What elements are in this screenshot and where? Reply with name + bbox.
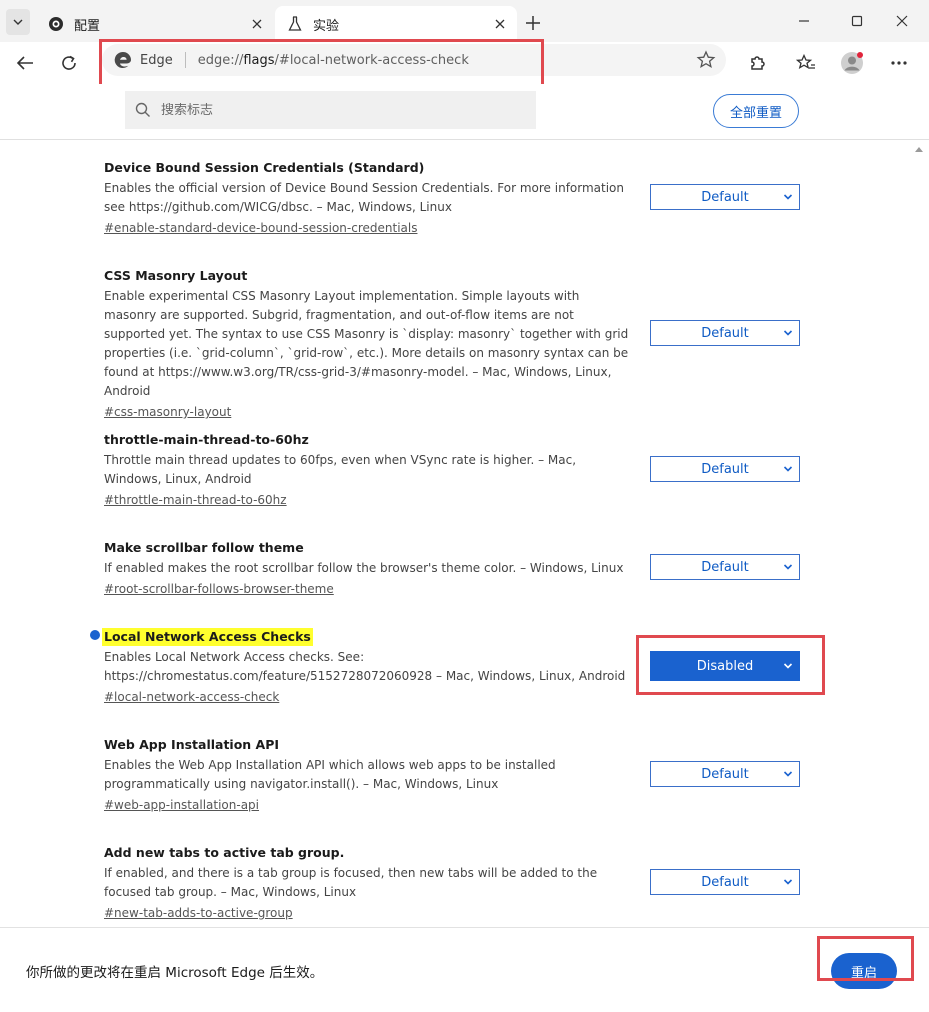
- experiment-item: CSS Masonry Layout Enable experimental C…: [104, 265, 824, 422]
- search-flags-box[interactable]: [125, 91, 536, 129]
- experiment-description: Enables the official version of Device B…: [104, 181, 625, 214]
- tab-title: 实验: [313, 18, 340, 34]
- experiment-anchor-link[interactable]: #enable-standard-device-bound-session-cr…: [104, 218, 417, 238]
- experiment-description: Enable experimental CSS Masonry Layout i…: [104, 289, 629, 398]
- arrow-left-icon: [16, 56, 33, 70]
- experiment-item: Web App Installation API Enables the Web…: [104, 734, 824, 815]
- tab-actions-menu-button[interactable]: [6, 9, 30, 35]
- experiment-state-select[interactable]: Default: [650, 869, 800, 895]
- chevron-down-icon: [13, 19, 23, 25]
- minimize-button[interactable]: [786, 6, 822, 36]
- maximize-icon: [851, 15, 863, 27]
- select-value: Default: [701, 325, 749, 341]
- favorites-list-icon: [796, 54, 815, 69]
- tab-config[interactable]: 配置: [36, 6, 274, 42]
- search-icon: [135, 102, 150, 117]
- favorites-button[interactable]: [791, 48, 821, 78]
- experiment-state-select[interactable]: Default: [650, 554, 800, 580]
- reset-all-button[interactable]: 全部重置: [713, 94, 799, 128]
- experiment-item: Add new tabs to active tab group. If ena…: [104, 842, 824, 923]
- refresh-button[interactable]: [54, 48, 84, 78]
- experiment-item: throttle-main-thread-to-60hz Throttle ma…: [104, 429, 824, 510]
- experiment-anchor-link[interactable]: #root-scrollbar-follows-browser-theme: [104, 579, 334, 599]
- experiment-description: Enables Local Network Access checks. See…: [104, 650, 626, 683]
- experiment-title: throttle-main-thread-to-60hz: [104, 432, 309, 447]
- experiment-title: Web App Installation API: [104, 737, 280, 752]
- tab-title: 配置: [74, 18, 101, 34]
- close-tab-icon[interactable]: [248, 15, 266, 33]
- experiment-description: If enabled, and there is a tab group is …: [104, 866, 598, 899]
- back-button[interactable]: [10, 48, 40, 78]
- scroll-up-arrow-icon[interactable]: [913, 144, 925, 154]
- settings-more-button[interactable]: [884, 48, 914, 78]
- experiment-title: CSS Masonry Layout: [104, 268, 248, 283]
- avatar-icon: [841, 52, 863, 74]
- experiment-description: Throttle main thread updates to 60fps, e…: [104, 453, 577, 486]
- experiment-title: Device Bound Session Credentials (Standa…: [104, 160, 425, 175]
- modified-indicator-dot: [90, 630, 100, 640]
- select-value: Default: [701, 874, 749, 890]
- experiment-state-select[interactable]: Default: [650, 184, 800, 210]
- chevron-down-icon: [783, 330, 793, 336]
- chevron-down-icon: [783, 194, 793, 200]
- experiment-item: Make scrollbar follow theme If enabled m…: [104, 537, 824, 599]
- camera-icon: [48, 16, 64, 32]
- experiment-description: Enables the Web App Installation API whi…: [104, 758, 556, 791]
- experiment-anchor-link[interactable]: #css-masonry-layout: [104, 402, 231, 422]
- minimize-icon: [799, 20, 809, 22]
- experiment-anchor-link[interactable]: #local-network-access-check: [104, 687, 279, 707]
- tab-experiments[interactable]: 实验: [275, 6, 517, 42]
- experiment-title: Make scrollbar follow theme: [104, 540, 304, 555]
- select-value: Default: [701, 559, 749, 575]
- experiment-item: Device Bound Session Credentials (Standa…: [104, 157, 824, 238]
- tab-strip: 配置 实验: [0, 0, 929, 42]
- refresh-icon: [62, 55, 76, 70]
- new-tab-button[interactable]: [521, 11, 545, 35]
- experiment-anchor-link[interactable]: #throttle-main-thread-to-60hz: [104, 490, 287, 510]
- flags-header: 全部重置: [0, 84, 929, 140]
- flask-icon: [287, 16, 303, 32]
- select-value: Default: [701, 189, 749, 205]
- chevron-down-icon: [783, 771, 793, 777]
- chevron-down-icon: [783, 564, 793, 570]
- experiment-anchor-link[interactable]: #new-tab-adds-to-active-group: [104, 903, 293, 923]
- close-window-button[interactable]: [884, 6, 920, 36]
- experiment-anchor-link[interactable]: #web-app-installation-api: [104, 795, 259, 815]
- select-value: Default: [701, 461, 749, 477]
- plus-icon: [526, 16, 540, 30]
- star-icon[interactable]: [696, 50, 716, 70]
- experiment-state-select[interactable]: Default: [650, 761, 800, 787]
- experiment-state-select[interactable]: Default: [650, 456, 800, 482]
- chevron-down-icon: [783, 879, 793, 885]
- annotation-box-select: [636, 635, 825, 695]
- experiment-title: Local Network Access Checks: [102, 628, 313, 646]
- experiment-state-select[interactable]: Default: [650, 320, 800, 346]
- search-flags-input[interactable]: [161, 102, 521, 118]
- close-tab-icon[interactable]: [491, 15, 509, 33]
- annotation-box-address: [99, 39, 544, 89]
- relaunch-bar: 你所做的更改将在重启 Microsoft Edge 后生效。 重启: [0, 927, 929, 1012]
- profile-button[interactable]: [837, 48, 867, 78]
- more-horizontal-icon: [891, 61, 907, 65]
- close-icon: [896, 15, 908, 27]
- experiment-title: Add new tabs to active tab group.: [104, 845, 345, 860]
- experiment-description: If enabled makes the root scrollbar foll…: [104, 561, 624, 575]
- select-value: Default: [701, 766, 749, 782]
- puzzle-icon: [751, 56, 765, 70]
- extensions-button[interactable]: [742, 48, 772, 78]
- annotation-box-relaunch: [817, 936, 914, 981]
- relaunch-message: 你所做的更改将在重启 Microsoft Edge 后生效。: [26, 965, 324, 981]
- chevron-down-icon: [783, 466, 793, 472]
- maximize-button[interactable]: [839, 6, 875, 36]
